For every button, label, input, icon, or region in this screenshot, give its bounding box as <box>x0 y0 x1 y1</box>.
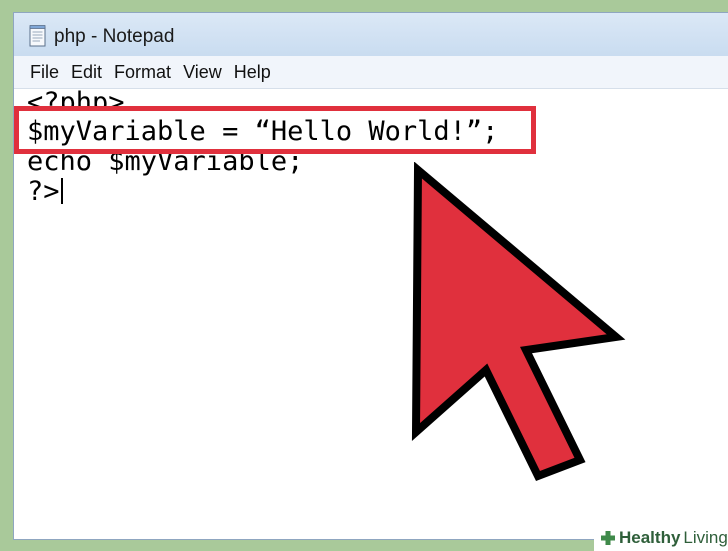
menu-help[interactable]: Help <box>234 62 271 83</box>
healthy-living-watermark: Healthy Living <box>594 524 728 551</box>
highlight-box <box>14 106 536 154</box>
window-title: php - Notepad <box>54 26 175 47</box>
watermark-brand-regular: Living <box>683 527 728 547</box>
menu-format[interactable]: Format <box>114 62 171 83</box>
plus-icon <box>601 530 615 545</box>
watermark-brand-bold: Healthy <box>619 527 681 547</box>
code-line-php-close: ?> <box>27 177 63 207</box>
menu-view[interactable]: View <box>183 62 222 83</box>
menu-bar: File Edit Format View Help <box>14 56 728 89</box>
code-line-php-close-text: ?> <box>27 176 60 207</box>
mouse-pointer-arrow-icon <box>411 162 626 482</box>
notepad-document-icon <box>29 25 46 47</box>
menu-file[interactable]: File <box>30 62 59 83</box>
menu-edit[interactable]: Edit <box>71 62 102 83</box>
text-caret <box>60 178 63 204</box>
title-bar[interactable]: php - Notepad <box>14 13 728 57</box>
